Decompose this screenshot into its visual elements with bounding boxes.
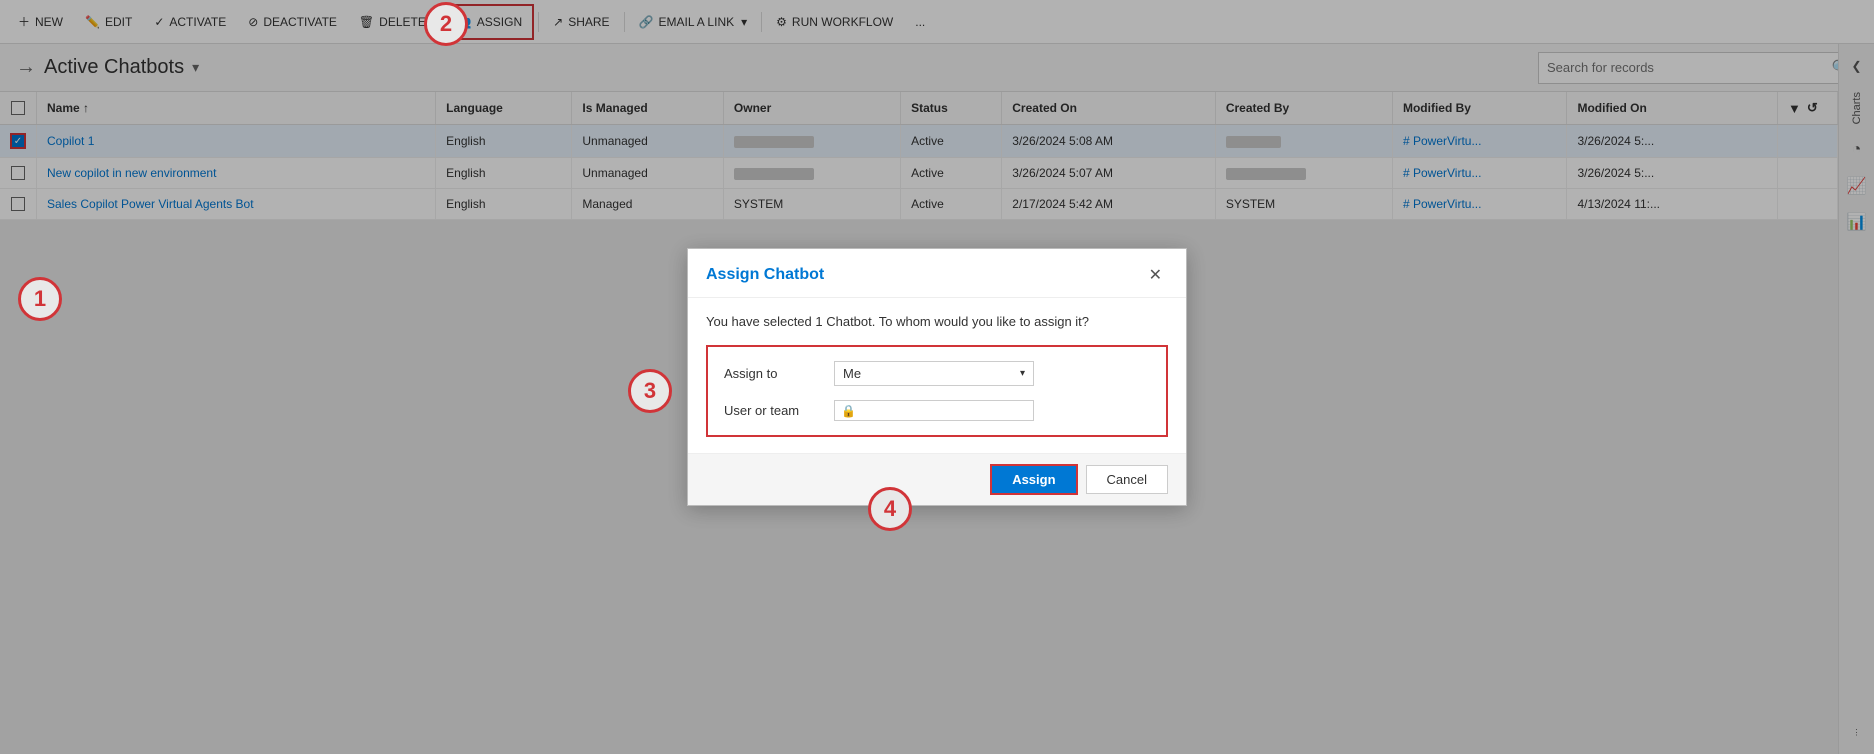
modal-header: Assign Chatbot ✕ bbox=[688, 249, 1186, 298]
assign-to-label: Assign to bbox=[724, 366, 834, 381]
user-team-row: User or team 🔒 bbox=[724, 400, 1150, 421]
modal-overlay: Assign Chatbot ✕ You have selected 1 Cha… bbox=[0, 0, 1874, 754]
user-team-input-wrapper: 🔒 bbox=[834, 400, 1034, 421]
user-team-value-area: 🔒 bbox=[834, 400, 1150, 421]
modal-footer: Assign Cancel bbox=[688, 453, 1186, 505]
assign-form: Assign to Me ▾ User or team 🔒 bbox=[706, 345, 1168, 437]
user-team-input[interactable] bbox=[860, 403, 1027, 418]
modal-body: You have selected 1 Chatbot. To whom wou… bbox=[688, 298, 1186, 453]
modal-close-button[interactable]: ✕ bbox=[1143, 263, 1168, 287]
lock-icon: 🔒 bbox=[841, 404, 856, 418]
modal-cancel-button[interactable]: Cancel bbox=[1086, 465, 1168, 494]
annotation-3: 3 bbox=[628, 369, 672, 413]
dropdown-chevron: ▾ bbox=[1020, 368, 1025, 379]
modal-title: Assign Chatbot bbox=[706, 266, 824, 284]
assign-to-selected: Me bbox=[843, 366, 861, 381]
user-team-label: User or team bbox=[724, 403, 834, 418]
assign-to-row: Assign to Me ▾ bbox=[724, 361, 1150, 386]
assign-modal: Assign Chatbot ✕ You have selected 1 Cha… bbox=[687, 248, 1187, 506]
assign-to-value-area: Me ▾ bbox=[834, 361, 1150, 386]
modal-description: You have selected 1 Chatbot. To whom wou… bbox=[706, 314, 1168, 329]
assign-to-dropdown[interactable]: Me ▾ bbox=[834, 361, 1034, 386]
modal-assign-button[interactable]: Assign bbox=[990, 464, 1077, 495]
